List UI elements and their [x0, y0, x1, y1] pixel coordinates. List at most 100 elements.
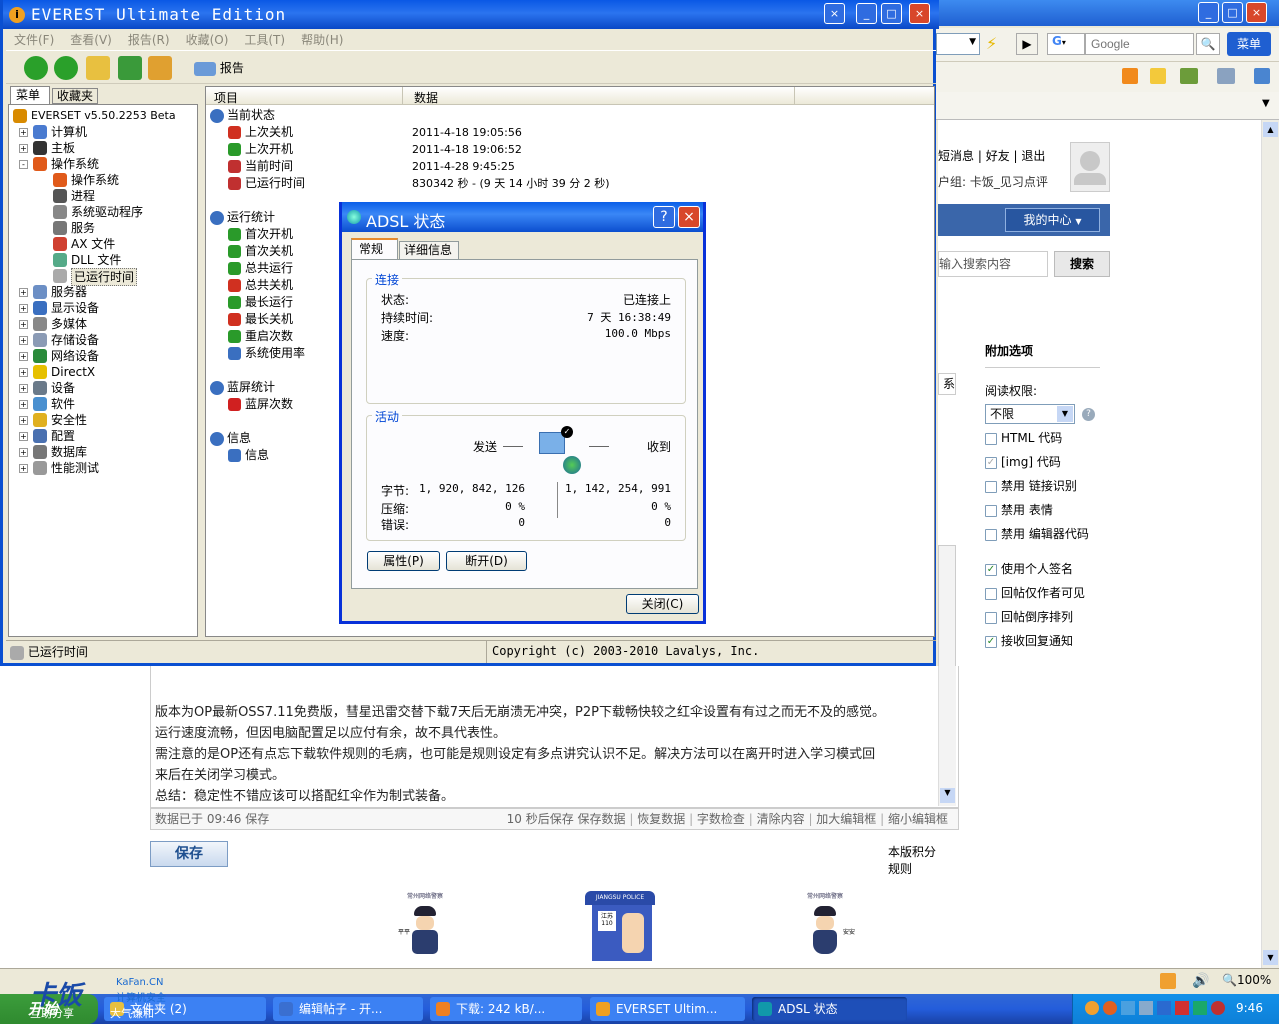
- option-row[interactable]: 回帖仅作者可见: [985, 584, 1115, 601]
- tab-fragment[interactable]: 系: [938, 373, 956, 395]
- security-icon[interactable]: [1160, 973, 1176, 989]
- tree-item[interactable]: + 安全性: [9, 412, 197, 428]
- menu-item[interactable]: 帮助(H): [301, 33, 343, 47]
- close-button[interactable]: ×: [909, 3, 930, 24]
- table-row[interactable]: 上次关机 2011-4-18 19:05:56: [210, 124, 930, 141]
- up-folder-icon[interactable]: [86, 56, 110, 80]
- tree-item[interactable]: AX 文件: [9, 236, 197, 252]
- expand-icon[interactable]: +: [19, 144, 28, 153]
- save-button[interactable]: 保存: [150, 841, 228, 867]
- table-row[interactable]: 上次开机 2011-4-18 19:06:52: [210, 141, 930, 158]
- taskbar-button[interactable]: ADSL 状态: [752, 997, 907, 1021]
- taskbar-button[interactable]: 下载: 242 kB/...: [430, 997, 582, 1021]
- print-icon[interactable]: [1180, 68, 1198, 84]
- post-editor[interactable]: 版本为OP最新OSS7.11免费版，彗星迅雷交替下载7天后无崩溃无冲突，P2P下…: [150, 666, 959, 808]
- option-checkbox[interactable]: ✓: [985, 635, 997, 648]
- tree-item[interactable]: + DirectX: [9, 364, 197, 380]
- option-row[interactable]: ✓ 接收回复通知: [985, 632, 1115, 649]
- maximize-button[interactable]: □: [1222, 2, 1243, 23]
- tree-item[interactable]: + 网络设备: [9, 348, 197, 364]
- tab-menu[interactable]: 菜单: [10, 86, 50, 104]
- section-header[interactable]: 当前状态: [210, 107, 930, 124]
- avatar[interactable]: [1070, 142, 1110, 192]
- expand-icon[interactable]: +: [19, 336, 28, 345]
- option-checkbox[interactable]: [985, 432, 997, 445]
- expand-icon[interactable]: +: [19, 448, 28, 457]
- option-row[interactable]: 禁用 表情: [985, 501, 1115, 518]
- tree-item[interactable]: DLL 文件: [9, 252, 197, 268]
- tab-details[interactable]: 详细信息: [399, 241, 459, 260]
- option-checkbox[interactable]: [985, 611, 997, 624]
- expand-icon[interactable]: +: [19, 400, 28, 409]
- volume-icon[interactable]: 🔊: [1192, 973, 1209, 989]
- tray-icon[interactable]: [1193, 1001, 1207, 1015]
- menu-button[interactable]: 菜单: [1227, 32, 1271, 56]
- expand-icon[interactable]: +: [19, 368, 28, 377]
- note-icon[interactable]: [1150, 68, 1166, 84]
- chevron-down-icon[interactable]: ▼: [1262, 98, 1270, 109]
- expand-icon[interactable]: +: [19, 352, 28, 361]
- option-checkbox[interactable]: [985, 480, 997, 493]
- back-icon[interactable]: [24, 56, 48, 80]
- tree-item[interactable]: + 存储设备: [9, 332, 197, 348]
- expand-icon[interactable]: +: [19, 464, 28, 473]
- browser-scrollbar[interactable]: ▲ ▼: [1261, 120, 1279, 968]
- option-row[interactable]: 禁用 编辑器代码: [985, 525, 1115, 542]
- help-icon[interactable]: ?: [1082, 408, 1095, 421]
- address-dropdown[interactable]: ▼: [936, 33, 980, 55]
- close-button[interactable]: ×: [1246, 2, 1267, 23]
- search-icon[interactable]: 🔍: [1196, 33, 1220, 55]
- tree-item[interactable]: - 操作系统: [9, 156, 197, 172]
- minimize-button[interactable]: _: [1198, 2, 1219, 23]
- minimize-button[interactable]: _: [856, 3, 877, 24]
- report-button[interactable]: 报告: [194, 56, 244, 80]
- option-checkbox[interactable]: [985, 504, 997, 517]
- menu-item[interactable]: 工具(T): [244, 33, 285, 47]
- expand-icon[interactable]: +: [19, 128, 28, 137]
- maximize-button[interactable]: □: [881, 3, 902, 24]
- close-button[interactable]: ×: [678, 206, 700, 228]
- editor-link[interactable]: 缩小编辑框: [888, 812, 948, 826]
- tray-icon[interactable]: [1175, 1001, 1189, 1015]
- editor-link[interactable]: 字数检查: [697, 812, 745, 826]
- tree-item[interactable]: EVERSET v5.50.2253 Beta: [9, 108, 197, 124]
- tree-item[interactable]: + 主板: [9, 140, 197, 156]
- tree-item[interactable]: + 软件: [9, 396, 197, 412]
- expand-icon[interactable]: +: [19, 288, 28, 297]
- option-checkbox[interactable]: [985, 528, 997, 541]
- properties-button[interactable]: 属性(P): [367, 551, 440, 571]
- tray-icon[interactable]: [1121, 1001, 1135, 1015]
- disconnect-button[interactable]: 断开(D): [446, 551, 527, 571]
- option-row[interactable]: 禁用 链接识别: [985, 477, 1115, 494]
- rules-link[interactable]: 本版积分规则: [888, 843, 938, 877]
- tree-item[interactable]: + 服务器: [9, 284, 197, 300]
- menu-item[interactable]: 收藏(O): [186, 33, 229, 47]
- expand-icon[interactable]: +: [19, 416, 28, 425]
- close-dialog-button[interactable]: 关闭(C): [626, 594, 699, 614]
- expand-icon[interactable]: +: [19, 320, 28, 329]
- expand-icon[interactable]: +: [19, 304, 28, 313]
- tree-item[interactable]: 系统驱动程序: [9, 204, 197, 220]
- search-engine-selector[interactable]: G▾: [1047, 33, 1085, 55]
- tray-icon[interactable]: [1103, 1001, 1117, 1015]
- taskbar-button[interactable]: 编辑帖子 - 开...: [273, 997, 423, 1021]
- menu-item[interactable]: 文件(F): [14, 33, 54, 47]
- tree-item[interactable]: + 显示设备: [9, 300, 197, 316]
- read-perm-select[interactable]: 不限 ▼: [985, 404, 1075, 424]
- table-row[interactable]: 已运行时间 830342 秒 - (9 天 14 小时 39 分 2 秒): [210, 175, 930, 192]
- editor-link[interactable]: 10 秒后保存 保存数据: [507, 812, 626, 826]
- table-row[interactable]: 当前时间 2011-4-28 9:45:25: [210, 158, 930, 175]
- tree-item[interactable]: + 设备: [9, 380, 197, 396]
- tree-item[interactable]: + 数据库: [9, 444, 197, 460]
- tree-item[interactable]: + 计算机: [9, 124, 197, 140]
- option-row[interactable]: ✓ 使用个人签名: [985, 560, 1115, 577]
- go-button[interactable]: ▶: [1016, 33, 1038, 55]
- zoom-level[interactable]: 🔍100%: [1222, 973, 1271, 987]
- help-button[interactable]: ?: [653, 206, 675, 228]
- option-row[interactable]: HTML 代码: [985, 429, 1115, 446]
- taskbar-button[interactable]: EVERSET Ultim...: [590, 997, 745, 1021]
- lightning-icon[interactable]: ⚡: [986, 34, 997, 53]
- editor-link[interactable]: 加大编辑框: [816, 812, 876, 826]
- expand-icon[interactable]: +: [19, 384, 28, 393]
- tree-item[interactable]: + 多媒体: [9, 316, 197, 332]
